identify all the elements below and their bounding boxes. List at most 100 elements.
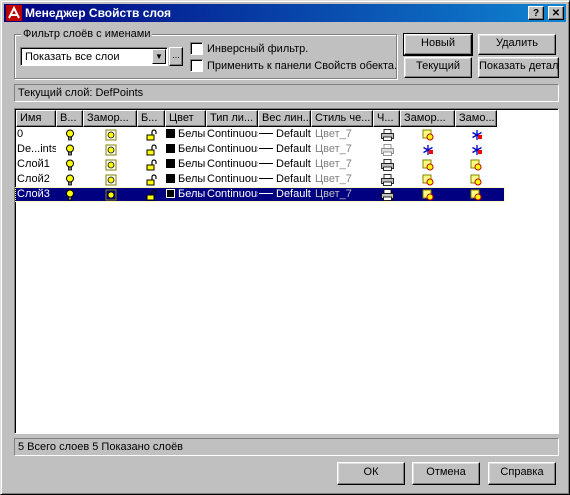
filter-combo-value: Показать все слои bbox=[25, 51, 120, 63]
freeze-icon[interactable] bbox=[83, 173, 137, 186]
lineweight-line-icon bbox=[259, 163, 273, 164]
ok-button[interactable]: ОК bbox=[337, 462, 405, 485]
unlock-icon[interactable] bbox=[137, 188, 165, 201]
new-vp-freeze-icon[interactable] bbox=[455, 158, 497, 171]
vp-freeze-icon[interactable] bbox=[400, 173, 455, 186]
on-icon[interactable] bbox=[56, 128, 83, 141]
color-swatch-icon[interactable] bbox=[166, 189, 175, 198]
table-row[interactable]: Слой1 Белы Continuous Default Цвет_7 bbox=[16, 158, 504, 171]
table-row[interactable]: Слой2 Белы Continuous Default Цвет_7 bbox=[16, 173, 504, 186]
on-icon[interactable] bbox=[56, 158, 83, 171]
layer-linetype-name: Continuous bbox=[207, 128, 258, 140]
close-button[interactable]: ✕ bbox=[548, 6, 564, 20]
vp-freeze-icon[interactable] bbox=[400, 143, 455, 156]
column-on[interactable]: В... bbox=[56, 110, 83, 127]
layer-name: 0 bbox=[17, 128, 24, 140]
new-vp-freeze-icon[interactable] bbox=[455, 128, 497, 141]
new-layer-button[interactable]: Новый bbox=[403, 33, 473, 56]
layer-linetype[interactable]: Continuous bbox=[206, 143, 258, 156]
vp-freeze-icon[interactable] bbox=[400, 128, 455, 141]
on-icon[interactable] bbox=[56, 173, 83, 186]
unlock-icon[interactable] bbox=[137, 173, 165, 186]
layer-list[interactable]: Имя В... Замор... Б... Цвет Тип ли... Ве… bbox=[14, 108, 559, 434]
color-swatch-icon[interactable] bbox=[166, 144, 175, 153]
layer-plotstyle: Цвет_7 bbox=[315, 158, 352, 170]
plot-icon[interactable] bbox=[373, 143, 400, 156]
column-plotstyle[interactable]: Стиль че... bbox=[311, 110, 373, 127]
lineweight-line-icon bbox=[259, 178, 273, 179]
new-vp-freeze-icon[interactable] bbox=[455, 173, 497, 186]
column-color[interactable]: Цвет bbox=[165, 110, 206, 127]
plot-icon[interactable] bbox=[373, 158, 400, 171]
table-row[interactable]: 0 Белы Continuous Default Цвет_7 bbox=[16, 128, 504, 141]
column-freeze-vp[interactable]: Замор... bbox=[400, 110, 455, 127]
column-freeze-new-vp[interactable]: Замо... bbox=[455, 110, 497, 127]
column-linetype[interactable]: Тип ли... bbox=[206, 110, 258, 127]
help-button[interactable]: Справка bbox=[488, 462, 556, 485]
layer-lineweight[interactable]: Default bbox=[258, 188, 311, 201]
new-vp-freeze-icon[interactable] bbox=[455, 143, 497, 156]
unlock-icon[interactable] bbox=[137, 143, 165, 156]
layer-color-name: Белы bbox=[178, 143, 206, 155]
color-swatch-icon[interactable] bbox=[166, 174, 175, 183]
title-bar[interactable]: Менеджер Свойств слоя ? ✕ bbox=[4, 4, 566, 22]
new-vp-freeze-icon[interactable] bbox=[455, 188, 497, 201]
layer-lineweight-value: Default bbox=[276, 128, 311, 140]
cancel-button[interactable]: Отмена bbox=[412, 462, 480, 485]
freeze-icon[interactable] bbox=[83, 158, 137, 171]
vp-freeze-icon[interactable] bbox=[400, 158, 455, 171]
current-layer-field: Текущий слой: DefPoints bbox=[14, 84, 559, 102]
freeze-icon[interactable] bbox=[83, 143, 137, 156]
invert-filter-checkbox[interactable] bbox=[190, 42, 203, 55]
show-details-button[interactable]: Показать детали bbox=[478, 57, 559, 78]
invert-filter-label: Инверсный фильтр. bbox=[207, 42, 309, 55]
plot-icon[interactable] bbox=[373, 173, 400, 186]
column-plot[interactable]: Ч... bbox=[373, 110, 400, 127]
help-title-button[interactable]: ? bbox=[528, 6, 544, 20]
column-name[interactable]: Имя bbox=[16, 110, 56, 127]
color-swatch-icon[interactable] bbox=[166, 129, 175, 138]
freeze-icon[interactable] bbox=[83, 188, 137, 201]
lineweight-line-icon bbox=[259, 193, 273, 194]
set-current-button[interactable]: Текущий bbox=[404, 57, 472, 78]
filter-combo[interactable]: Показать все слои ▼ bbox=[20, 47, 168, 66]
color-swatch-icon[interactable] bbox=[166, 159, 175, 168]
unlock-icon[interactable] bbox=[137, 158, 165, 171]
layer-name: Слой2 bbox=[17, 173, 50, 185]
column-lock[interactable]: Б... bbox=[137, 110, 165, 127]
apply-to-toolbar-option[interactable]: Применить к панели Свойств обекта. bbox=[190, 59, 397, 72]
plot-icon[interactable] bbox=[373, 128, 400, 141]
on-icon[interactable] bbox=[56, 143, 83, 156]
chevron-down-icon[interactable]: ▼ bbox=[152, 49, 166, 64]
layer-linetype[interactable]: Continuous bbox=[206, 188, 258, 201]
table-row[interactable]: Слой3 Белы Continuous Default Цвет_7 bbox=[15, 187, 505, 202]
layer-list-header: Имя В... Замор... Б... Цвет Тип ли... Ве… bbox=[16, 110, 497, 127]
layer-properties-dialog: Менеджер Свойств слоя ? ✕ Фильтр слоёв с… bbox=[0, 0, 570, 495]
layer-lineweight[interactable]: Default bbox=[258, 128, 311, 141]
layer-linetype[interactable]: Continuous bbox=[206, 158, 258, 171]
layer-plotstyle: Цвет_7 bbox=[315, 143, 352, 155]
layer-lineweight-value: Default bbox=[276, 143, 311, 155]
layer-linetype-name: Continuous bbox=[207, 143, 258, 155]
on-icon[interactable] bbox=[56, 188, 83, 201]
lineweight-line-icon bbox=[259, 148, 273, 149]
filter-browse-button[interactable]: ... bbox=[169, 47, 183, 66]
layer-color: Белы bbox=[165, 128, 206, 141]
layer-lineweight[interactable]: Default bbox=[258, 173, 311, 186]
invert-filter-option[interactable]: Инверсный фильтр. bbox=[190, 42, 308, 55]
layer-lineweight[interactable]: Default bbox=[258, 143, 311, 156]
freeze-icon[interactable] bbox=[83, 128, 137, 141]
column-lineweight[interactable]: Вес лин... bbox=[258, 110, 311, 127]
layer-name: De...ints bbox=[17, 143, 56, 155]
unlock-icon[interactable] bbox=[137, 128, 165, 141]
column-freeze-all[interactable]: Замор... bbox=[83, 110, 137, 127]
plot-icon[interactable] bbox=[373, 188, 400, 201]
vp-freeze-icon[interactable] bbox=[400, 188, 455, 201]
table-row[interactable]: De...ints Белы Continuous Default Цвет_7 bbox=[16, 143, 504, 156]
name-filter-group-label: Фильтр слоёв с именами bbox=[21, 28, 153, 40]
layer-lineweight[interactable]: Default bbox=[258, 158, 311, 171]
layer-linetype[interactable]: Continuous bbox=[206, 128, 258, 141]
apply-to-toolbar-checkbox[interactable] bbox=[190, 59, 203, 72]
delete-layer-button[interactable]: Удалить bbox=[478, 34, 556, 55]
layer-linetype[interactable]: Continuous bbox=[206, 173, 258, 186]
